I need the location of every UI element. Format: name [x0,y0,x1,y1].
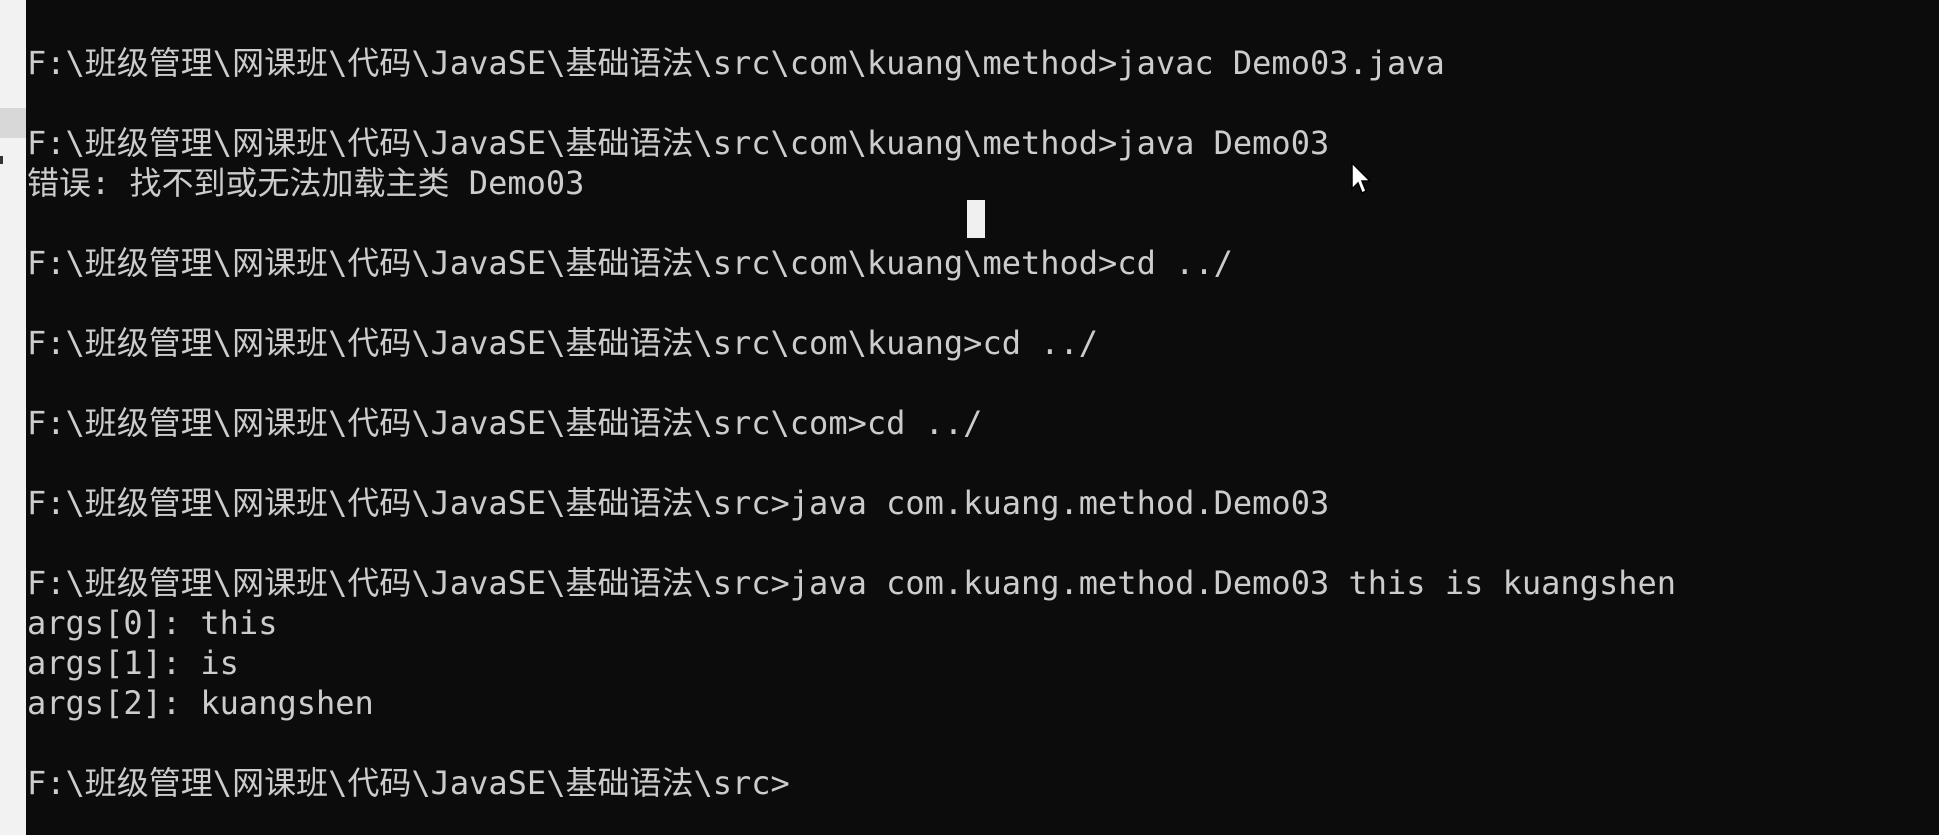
terminal-line: F:\班级管理\网课班\代码\JavaSE\基础语法\src>java com.… [27,484,1330,522]
terminal-output[interactable]: F:\班级管理\网课班\代码\JavaSE\基础语法\src\com\kuang… [27,0,1939,835]
text-cursor-block [967,200,985,238]
left-window-edge [0,0,26,835]
terminal-window: F:\班级管理\网课班\代码\JavaSE\基础语法\src\com\kuang… [0,0,1939,835]
terminal-line: F:\班级管理\网课班\代码\JavaSE\基础语法\src\com>cd ..… [27,404,983,442]
terminal-line: F:\班级管理\网课班\代码\JavaSE\基础语法\src\com\kuang… [27,44,1445,82]
mouse-pointer-icon [1351,161,1372,195]
terminal-line: F:\班级管理\网课班\代码\JavaSE\基础语法\src\com\kuang… [27,124,1330,162]
terminal-line: F:\班级管理\网课班\代码\JavaSE\基础语法\src\com\kuang… [27,324,1099,362]
terminal-line: F:\班级管理\网课班\代码\JavaSE\基础语法\src>java com.… [27,564,1677,602]
terminal-prompt[interactable]: F:\班级管理\网课班\代码\JavaSE\基础语法\src> [27,763,790,803]
left-edge-tick [0,156,3,164]
left-edge-highlight [0,108,26,138]
terminal-line: F:\班级管理\网课班\代码\JavaSE\基础语法\src\com\kuang… [27,244,1233,282]
terminal-line: args[2]: kuangshen [27,684,374,722]
terminal-line: 错误: 找不到或无法加载主类 Demo03 [27,164,585,202]
terminal-line: args[0]: this [27,604,278,642]
terminal-line: args[1]: is [27,644,239,682]
